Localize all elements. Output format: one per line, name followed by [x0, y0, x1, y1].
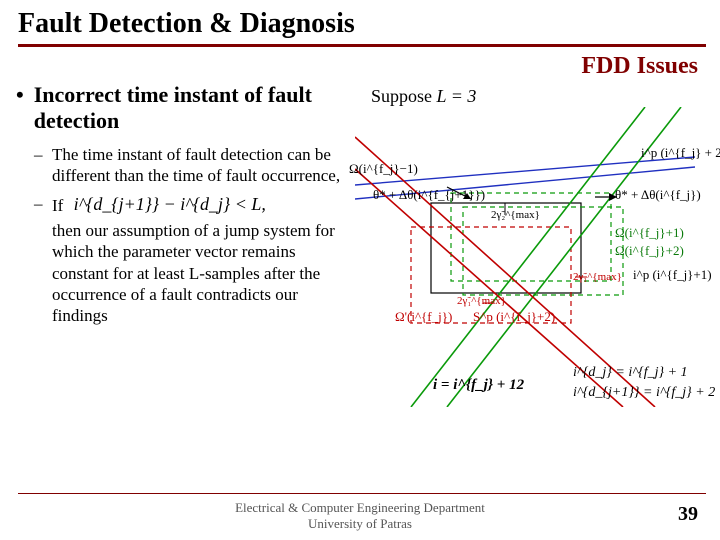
slide-title: Fault Detection & Diagnosis [0, 0, 720, 44]
sub-bullet-1: – The time instant of fault detection ca… [52, 144, 353, 187]
footer-rule [18, 493, 706, 494]
lbl-sp: S^p (i^{f_j}+2) [473, 309, 555, 325]
dash-icon: – [34, 144, 43, 165]
suppose-prefix: Suppose [371, 86, 432, 106]
left-column: • Incorrect time instant of fault detect… [12, 82, 359, 407]
lbl-ip-top: i^p (i^{f_j} + 2) [641, 145, 720, 161]
sub-bullet-list: – The time instant of fault detection ca… [12, 134, 353, 326]
lbl-bottom-i3: i^{d_{j+1}} = i^{f_j} + 2 [573, 385, 715, 401]
lbl-z2max: 2γ̃₂^{max} [491, 209, 540, 221]
lbl-omega-p1: Ω(i^{f_j}+1) [615, 225, 684, 241]
lbl-omega-f: Ω'(i^{f_j}) [395, 309, 452, 325]
footer: Electrical & Computer Engineering Depart… [0, 500, 720, 533]
main-bullet-text: Incorrect time instant of fault detectio… [34, 82, 353, 134]
lbl-z1max-l: 2γ̃₁^{max} [457, 295, 506, 307]
lbl-theta-right: θ* + Δθ(i^{f_j}) [615, 187, 701, 203]
suppose-line: Suppose L = 3 [359, 86, 706, 107]
right-column: Suppose L = 3 [359, 82, 706, 407]
lbl-theta-left: θ* + Δθ(i^{f_{j+1}}) [373, 187, 485, 203]
lbl-omega-left: Ω(i^{f_j}−1) [349, 161, 418, 177]
sub-bullet-2-if: If [52, 195, 63, 216]
footer-line-2: University of Patras [0, 516, 720, 532]
lbl-z1max-r: 2γ̃₁^{max} [573, 271, 622, 283]
main-bullet: • Incorrect time instant of fault detect… [12, 82, 353, 134]
lbl-bottom-i2: i^{d_j} = i^{f_j} + 1 [573, 365, 688, 381]
suppose-math: L = 3 [437, 86, 477, 106]
sub-bullet-2: – If i^{d_{j+1}} − i^{d_j} < L, then our… [52, 193, 353, 327]
sub-bullet-1-text: The time instant of fault detection can … [52, 145, 340, 185]
footer-line-1: Electrical & Computer Engineering Depart… [0, 500, 720, 516]
sub-bullet-2-rest: then our assumption of a jump system for… [52, 221, 335, 325]
dash-icon: – [34, 193, 43, 214]
lbl-bottom-i1: i = i^{f_j} + 12 [433, 377, 524, 394]
bullet-dot-icon: • [12, 82, 34, 106]
page-number: 39 [678, 503, 698, 526]
diagram: Ω(i^{f_j}−1) θ* + Δθ(i^{f_{j+1}}) θ* + Δ… [355, 107, 695, 407]
section-subheading: FDD Issues [0, 47, 720, 82]
lbl-ip-r1: i^p (i^{f_j}+1) [633, 267, 712, 283]
content-area: • Incorrect time instant of fault detect… [0, 82, 720, 407]
lbl-omega-p2: Ω(i^{f_j}+2) [615, 243, 684, 259]
sub-bullet-2-math: i^{d_{j+1}} − i^{d_j} < L, [68, 194, 266, 214]
